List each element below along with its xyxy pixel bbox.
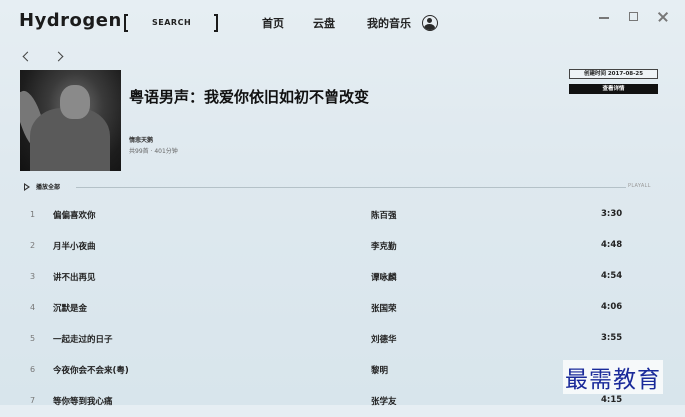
nav-cloud[interactable]: 云盘 (313, 15, 335, 31)
maximize-icon[interactable] (627, 10, 641, 24)
play-all-label-en: PLAYALL (628, 183, 651, 189)
arrow-right-icon[interactable] (54, 50, 66, 64)
track-duration: 3:30 (601, 209, 623, 219)
search-box[interactable]: SEARCH (124, 14, 218, 34)
title-bar: Hydrogen SEARCH 首页 云盘 我的音乐 (0, 0, 685, 44)
play-all-bar[interactable]: 播放全部 PLAYALL (20, 181, 656, 193)
track-title[interactable]: 沉默是金 (53, 302, 87, 314)
nav-home[interactable]: 首页 (262, 15, 284, 31)
app-logo: Hydrogen (19, 10, 122, 31)
watermark-text: 最需教育 (563, 360, 663, 394)
track-artist[interactable]: 张国荣 (371, 302, 397, 314)
avatar-body (424, 24, 435, 30)
user-avatar-icon[interactable] (422, 15, 438, 31)
track-artist[interactable]: 李克勤 (371, 240, 397, 252)
album-title: 粤语男声：我爱你依旧如初不曾改变 (129, 88, 370, 106)
nav-my-music[interactable]: 我的音乐 (367, 15, 411, 31)
track-title[interactable]: 讲不出再见 (53, 271, 96, 283)
track-artist[interactable]: 谭咏麟 (371, 271, 397, 283)
track-title[interactable]: 等你等到我心痛 (53, 395, 113, 407)
track-duration: 4:06 (601, 302, 623, 312)
track-row[interactable]: 2 月半小夜曲 李克勤 4:48 (0, 231, 685, 262)
created-date-badge: 创建时间 2017-08-25 (569, 69, 658, 79)
track-duration: 3:55 (601, 333, 623, 343)
track-duration: 4:48 (601, 240, 623, 250)
track-duration: 4:54 (601, 271, 623, 281)
track-index: 6 (30, 365, 36, 374)
album-meta: 共99首 · 401分钟 (129, 148, 178, 155)
play-all-label[interactable]: 播放全部 (36, 182, 60, 191)
track-row[interactable]: 4 沉默是金 张国荣 4:06 (0, 293, 685, 324)
track-index: 4 (30, 303, 36, 312)
track-title[interactable]: 偏偏喜欢你 (53, 209, 96, 221)
album-creator[interactable]: 惰悲天鹅 (129, 135, 153, 144)
close-icon[interactable] (656, 10, 670, 24)
track-index: 7 (30, 396, 36, 405)
track-duration: 4:15 (601, 395, 623, 405)
track-row[interactable]: 5 一起走过的日子 刘德华 3:55 (0, 324, 685, 355)
track-index: 3 (30, 272, 36, 281)
track-title[interactable]: 月半小夜曲 (53, 240, 96, 252)
track-artist[interactable]: 陈百强 (371, 209, 397, 221)
track-index: 5 (30, 334, 36, 343)
album-cover (20, 70, 121, 171)
track-artist[interactable]: 刘德华 (371, 333, 397, 345)
divider (76, 187, 626, 188)
track-title[interactable]: 一起走过的日子 (53, 333, 113, 345)
play-icon[interactable] (24, 183, 30, 191)
search-bracket-left (124, 14, 128, 32)
track-title[interactable]: 今夜你会不会来(粤) (53, 364, 129, 376)
track-index: 2 (30, 241, 36, 250)
search-label[interactable]: SEARCH (152, 18, 191, 27)
minimize-icon[interactable] (597, 10, 611, 24)
track-row[interactable]: 1 偏偏喜欢你 陈百强 3:30 (0, 200, 685, 231)
cover-shape-head (60, 85, 90, 119)
track-row[interactable]: 3 讲不出再见 谭咏麟 4:54 (0, 262, 685, 293)
track-artist[interactable]: 黎明 (371, 364, 388, 376)
track-artist[interactable]: 张学友 (371, 395, 397, 407)
avatar-head (427, 18, 432, 23)
view-details-button[interactable]: 查看详情 (569, 84, 658, 94)
search-bracket-right (214, 14, 218, 32)
track-index: 1 (30, 210, 36, 219)
arrow-left-icon[interactable] (20, 50, 32, 64)
